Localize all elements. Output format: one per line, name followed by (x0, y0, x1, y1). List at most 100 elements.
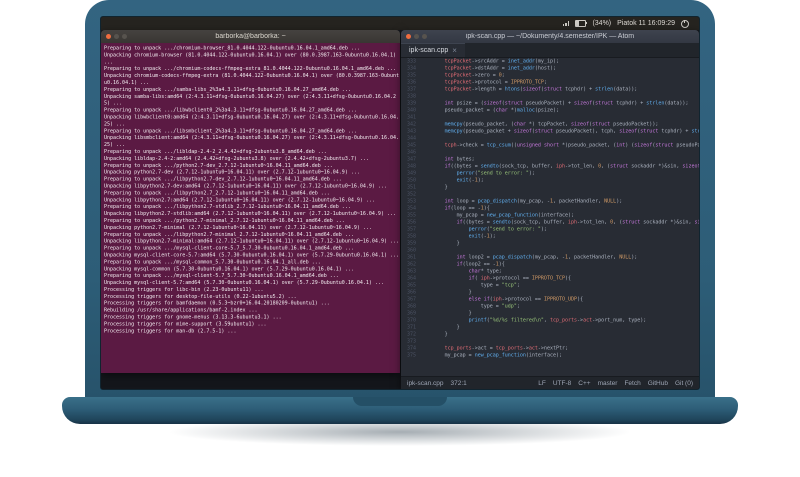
code-line: 352 (401, 191, 699, 198)
terminal-line: Unpacking libpython2.7-dev:amd64 (2.7.12… (104, 183, 387, 189)
line-number: 368 (406, 303, 416, 310)
code-line: 373 (401, 338, 699, 345)
status-item[interactable]: 372:1 (451, 380, 467, 387)
terminal-line: Preparing to unpack .../libpython2.7-min… (104, 231, 354, 238)
terminal-line: Preparing to unpack .../mysql-common_5.7… (104, 259, 321, 265)
terminal-line: Unpacking libsmbclient:amd64 (2:4.3.11+d… (104, 135, 400, 148)
status-item[interactable]: Fetch (624, 380, 640, 387)
terminal-line: Preparing to unpack .../libsmbclient_2%3… (104, 128, 357, 134)
line-number: 353 (406, 198, 416, 205)
line-number: 338 (406, 93, 416, 100)
line-number: 356 (406, 219, 416, 226)
code-text: } (420, 310, 472, 317)
code-text: char* type; (468, 268, 502, 275)
code-text: int psize = (sizeof(struct pseudoPacket)… (444, 100, 689, 107)
code-text: if((bytes = sendto(sock_tcp, buffer, iph… (444, 163, 699, 170)
laptop-base (62, 397, 738, 424)
terminal-titlebar[interactable]: barborka@barborka: ~ (101, 30, 400, 43)
status-item[interactable]: ipk-scan.cpp (407, 380, 444, 387)
code-text: printf("%d/%s filtered\n", tcp_ports->ac… (468, 317, 647, 324)
terminal-line: Unpacking chromium-browser (81.0.4044.12… (104, 52, 400, 65)
code-text: if( iph->protocol == IPPROTO_TCP){ (468, 275, 572, 282)
power-icon[interactable] (681, 19, 689, 28)
code-line: 364 if( iph->protocol == IPPROTO_TCP){ (401, 275, 699, 282)
code-text: my_pcap = new_pcap_function(interface); (420, 352, 562, 359)
terminal-body[interactable]: Preparing to unpack .../chromium-browser… (101, 43, 400, 373)
code-line: 335 tcpPacket->zero = 0; (401, 72, 699, 79)
code-text: tcpPacket->zero = 0; (444, 72, 505, 79)
code-line: 345 tcph->check = tcp_csum((unsigned sho… (401, 142, 699, 149)
status-item[interactable]: UTF-8 (553, 380, 571, 387)
code-line: 358 exit(-1); (401, 233, 699, 240)
line-number: 359 (406, 240, 416, 247)
code-line: 344 (401, 135, 699, 142)
clock[interactable]: Piatok 11 16:09:29 (617, 20, 675, 27)
terminal-line: Preparing to unpack .../libpython2.7-dev… (104, 176, 342, 183)
terminal-line: Unpacking libpython2.7:amd64 (2.7.12-1ub… (104, 197, 375, 203)
line-number: 369 (406, 310, 416, 317)
status-item[interactable]: Git (0) (675, 380, 693, 387)
line-number: 355 (406, 212, 416, 219)
status-item[interactable]: master (598, 380, 618, 387)
network-icon[interactable] (562, 21, 570, 26)
code-line: 362 if(loop2 == -1){ (401, 261, 699, 268)
laptop-mockup: (34%) Piatok 11 16:09:29 barborka@barbor… (0, 0, 800, 477)
code-text: pseudo_packet = (char *)malloc(psize); (420, 107, 559, 114)
line-number: 364 (406, 275, 416, 282)
code-line: 351 } (401, 184, 699, 191)
code-text: if(loop2 == -1){ (456, 261, 505, 268)
code-text: } (420, 289, 472, 296)
code-line: 350 exit(-1); (401, 177, 699, 184)
code-text: perror("send to error: "); (468, 226, 547, 233)
code-text: tcpPacket->protocol = IPPROTO_TCP; (444, 79, 547, 86)
terminal-line: Unpacking python2.7-dev (2.7.12-1ubuntu0… (104, 169, 360, 176)
line-number: 348 (406, 163, 416, 170)
code-text: int loop = pcap_dispatch(my_pcap, -1, pa… (444, 198, 623, 205)
code-text: int loop2 = pcap_dispatch(my_pcap, -1, p… (456, 254, 638, 261)
line-number: 345 (406, 142, 416, 149)
line-number: 370 (406, 317, 416, 324)
line-number: 339 (406, 100, 416, 107)
line-number: 354 (406, 205, 416, 212)
code-line: 342 memcpy(pseudo_packet, (char *) tcpPa… (401, 121, 699, 128)
status-item[interactable]: GitHub (648, 380, 668, 387)
status-item[interactable]: LF (538, 380, 546, 387)
code-line: 356 if((bytes = sendto(sock_tcp, buffer,… (401, 219, 699, 226)
code-text: } (420, 331, 448, 338)
terminal-line: Preparing to unpack .../libpython2.7-std… (104, 204, 351, 210)
line-number: 367 (406, 296, 416, 303)
code-line: 333 tcpPacket->srcAddr = inet_addr(my_ip… (401, 58, 699, 65)
line-number: 360 (406, 247, 416, 254)
code-text: } (420, 240, 460, 247)
code-text: memcpy(pseudo_packet, (char *) tcpPacket… (444, 121, 659, 128)
terminal-line: Unpacking mysql-client-core-5.7:amd64 (5… (104, 252, 400, 258)
code-line: 337 tcpPacket->length = htons(sizeof(str… (401, 86, 699, 93)
code-line: 365 type = "tcp"; (401, 282, 699, 289)
code-line: 360 (401, 247, 699, 254)
code-line: 334 tcpPacket->dstAddr = inet_addr(host)… (401, 65, 699, 72)
code-text: tcp_ports->act = tcp_ports->act->nextPtr… (444, 345, 569, 352)
code-text: if(loop == -1){ (444, 205, 490, 212)
battery-icon[interactable] (575, 20, 588, 27)
tab-ipk-scan-cpp[interactable]: ipk-scan.cpp × (401, 43, 465, 57)
close-icon[interactable] (406, 34, 411, 39)
status-bar-left: ipk-scan.cpp 372:1 (407, 380, 467, 387)
code-text: tcpPacket->length = htons(sizeof(struct … (444, 86, 638, 93)
code-line: 346 (401, 149, 699, 156)
tab-close-icon[interactable]: × (452, 46, 457, 55)
terminal-line: Preparing to unpack .../mysql-client-5.7… (104, 273, 339, 279)
status-item[interactable]: C++ (578, 380, 590, 387)
top-panel: (34%) Piatok 11 16:09:29 (101, 17, 699, 30)
terminal-line: Preparing to unpack .../libldap-2.4-2_2.… (104, 148, 327, 155)
terminal-title: barborka@barborka: ~ (215, 33, 286, 40)
terminal-window: barborka@barborka: ~ Preparing to unpack… (101, 30, 400, 373)
code-text: exit(-1); (468, 233, 496, 240)
code-editor[interactable]: 333 tcpPacket->srcAddr = inet_addr(my_ip… (401, 58, 699, 376)
atom-titlebar[interactable]: ipk-scan.cpp — ~/Dokumenty/4.semester/IP… (401, 30, 699, 43)
terminal-line: Unpacking mysql-client-5.7:amd64 (5.7.30… (104, 280, 384, 286)
code-line: 338 (401, 93, 699, 100)
code-text: my_pcap = new_pcap_function(interface); (420, 212, 575, 219)
close-icon[interactable] (106, 34, 111, 39)
code-line: 340 pseudo_packet = (char *)malloc(psize… (401, 107, 699, 114)
terminal-line: Unpacking mysql-common (5.7.30-0ubuntu0.… (104, 266, 354, 272)
